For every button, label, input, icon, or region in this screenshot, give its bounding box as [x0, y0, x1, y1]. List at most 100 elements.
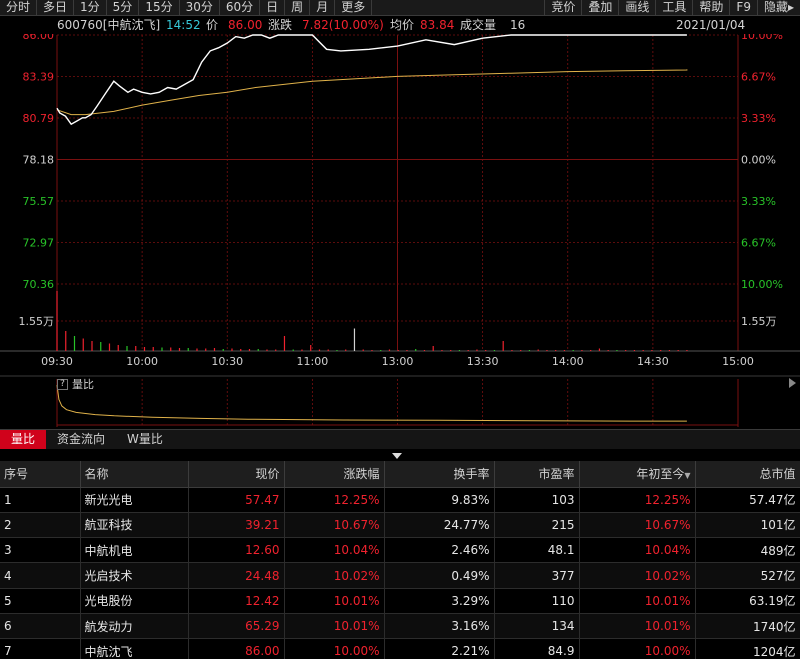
tool-button-1[interactable]: 叠加	[581, 0, 618, 16]
volume-bar	[511, 350, 513, 351]
pct-axis-tick-label: 10.00%	[741, 278, 783, 291]
volume-bar	[555, 350, 557, 351]
table-cell: 1740亿	[695, 613, 800, 640]
table-row[interactable]: 6 航发动力 65.29 10.01% 3.16% 134 10.01% 1740亿	[0, 613, 800, 640]
table-row[interactable]: 5 光电股份 12.42 10.01% 3.29% 110 10.01% 63.19亿	[0, 588, 800, 614]
volume-bar	[590, 350, 592, 351]
volume-bar	[563, 350, 566, 351]
table-row[interactable]: 1 新光光电 57.47 12.25% 9.83% 103 12.25% 57.47亿	[0, 487, 800, 513]
column-header-label: 序号	[4, 467, 29, 482]
table-cell: 10.02%	[579, 562, 696, 589]
period-button-5[interactable]: 30分	[180, 0, 220, 16]
volume-bar	[668, 350, 671, 351]
table-cell: 2.21%	[384, 638, 495, 659]
volume-bar	[450, 350, 452, 351]
tool-button-2[interactable]: 画线	[618, 0, 655, 16]
column-header-0[interactable]: 序号	[0, 461, 81, 488]
tool-button-0[interactable]: 竞价	[544, 0, 581, 16]
tool-button-3[interactable]: 工具	[655, 0, 692, 16]
column-header-6[interactable]: 年初至今▼	[579, 461, 696, 488]
volume-bar	[126, 346, 128, 351]
period-button-10[interactable]: 更多	[335, 0, 373, 16]
period-button-3[interactable]: 5分	[107, 0, 140, 16]
collapse-arrow-icon[interactable]	[392, 453, 402, 459]
column-header-1[interactable]: 名称	[80, 461, 189, 488]
table-row[interactable]: 2 航亚科技 39.21 10.67% 24.77% 215 10.67% 101亿	[0, 512, 800, 539]
volume-bar	[415, 349, 417, 351]
price-line	[56, 34, 687, 126]
column-header-5[interactable]: 市盈率	[494, 461, 580, 488]
table-cell: 10.04%	[579, 537, 696, 564]
table-row[interactable]: 7 中航沈飞 86.00 10.00% 2.21% 84.9 10.00% 1204亿	[0, 638, 800, 659]
volume-bar	[100, 342, 102, 351]
tool-button-5[interactable]: F9	[729, 0, 757, 16]
tab-2[interactable]: W量比	[116, 430, 174, 449]
pct-axis-tick-label: 6.67%	[741, 71, 776, 84]
period-button-2[interactable]: 1分	[74, 0, 107, 16]
table-cell: 3.29%	[384, 588, 495, 614]
table-cell: 中航沈飞	[80, 638, 189, 659]
period-button-6[interactable]: 60分	[220, 0, 261, 16]
volume-bar	[423, 350, 426, 351]
help-icon[interactable]: ?	[57, 378, 68, 390]
tool-button-4[interactable]: 帮助	[692, 0, 729, 16]
table-cell: 10.01%	[579, 613, 696, 640]
period-button-7[interactable]: 日	[260, 0, 286, 16]
column-header-7[interactable]: 总市值	[695, 461, 800, 488]
volume-bar	[161, 347, 163, 351]
tab-1[interactable]: 资金流向	[46, 430, 116, 449]
table-row[interactable]: 3 中航机电 12.60 10.04% 2.46% 48.1 10.04% 489亿	[0, 537, 800, 564]
table-cell: 中航机电	[80, 537, 189, 564]
volume-bar	[275, 349, 277, 351]
table-cell: 10.01%	[284, 588, 385, 614]
volume-bar	[336, 350, 338, 351]
volume-bar	[213, 348, 216, 351]
volume-bar	[248, 349, 251, 351]
volume-axis-label: 1.55万	[19, 315, 55, 328]
column-header-3[interactable]: 涨跌幅	[284, 461, 385, 488]
table-row[interactable]: 4 光启技术 24.48 10.02% 0.49% 377 10.02% 527亿	[0, 562, 800, 589]
period-button-0[interactable]: 分时	[0, 0, 38, 16]
period-button-9[interactable]: 月	[310, 0, 336, 16]
stock-code-name: 600760[中航沈飞]	[57, 18, 161, 32]
period-toolbar: 分时 多日 1分 5分 15分 30分 60分日周月更多 竞价 叠加 画线 工具 帮助 F9 隐藏▸	[0, 0, 800, 16]
volume-bar	[686, 350, 688, 351]
expand-right-icon[interactable]	[789, 378, 796, 388]
table-cell: 10.00%	[579, 638, 696, 659]
pct-axis-tick-label: 3.33%	[741, 195, 776, 208]
volume-bar	[91, 341, 93, 351]
column-header-2[interactable]: 现价	[188, 461, 285, 488]
column-header-4[interactable]: 换手率	[384, 461, 495, 488]
volume-label: 成交量	[460, 18, 497, 32]
table-cell: 63.19亿	[695, 588, 800, 614]
y-axis-tick-label: 72.97	[23, 237, 55, 250]
volume-bar	[616, 350, 618, 351]
tab-0[interactable]: 量比	[0, 430, 47, 449]
table-cell: 12.25%	[579, 487, 696, 513]
volume-bar	[310, 345, 312, 351]
y-axis-tick-label: 80.79	[23, 112, 55, 125]
intraday-chart[interactable]: 86.00 83.39 80.79 78.18 75.57 72.97 70.36 10.00…	[0, 34, 800, 429]
column-header-label: 总市值	[759, 467, 796, 482]
table-cell: 10.01%	[579, 588, 696, 614]
avg-label: 均价	[390, 18, 415, 32]
table-cell: 航发动力	[80, 613, 189, 640]
volume-bar	[82, 338, 84, 351]
table-cell: 光启技术	[80, 562, 189, 589]
period-button-4[interactable]: 15分	[139, 0, 180, 16]
column-header-label: 现价	[255, 467, 280, 482]
stock-table: 序号 名称 现价 涨跌幅 换手率 市盈率 年初至今▼ 总市值 1 新光光电 57.47 12.25%…	[0, 461, 800, 659]
table-cell: 9.83%	[384, 487, 495, 513]
volume-bar	[520, 350, 522, 351]
tool-button-6[interactable]: 隐藏▸	[756, 0, 800, 16]
period-button-8[interactable]: 周	[285, 0, 311, 16]
table-cell: 1	[0, 487, 81, 513]
table-cell: 2	[0, 512, 81, 539]
table-cell: 12.60	[188, 537, 285, 564]
quote-date: 2021/01/04	[676, 18, 746, 32]
volume-bar	[152, 347, 154, 351]
table-cell: 光电股份	[80, 588, 189, 614]
volume-bar	[353, 328, 356, 351]
period-button-1[interactable]: 多日	[37, 0, 75, 16]
volume-ratio-line	[56, 384, 687, 422]
